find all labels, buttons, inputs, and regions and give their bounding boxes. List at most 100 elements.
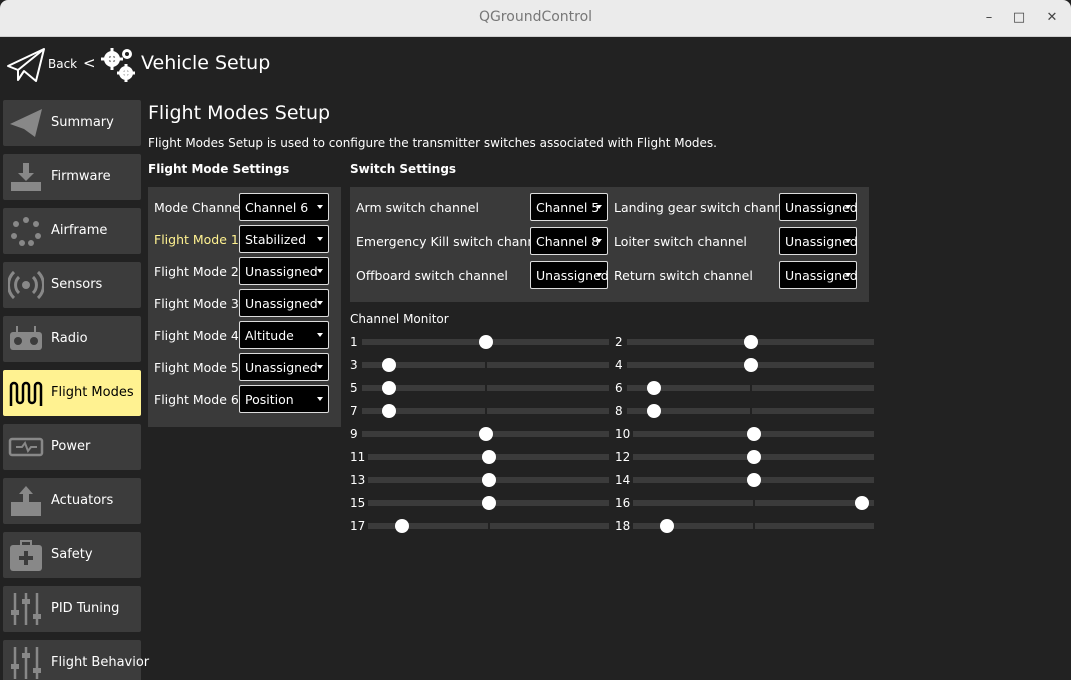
sidebar-item-label: Radio xyxy=(51,331,88,346)
channel-center-mark xyxy=(752,522,755,530)
sliders-icon xyxy=(11,593,41,625)
sidebar-item-pid-tuning[interactable]: PID Tuning xyxy=(3,586,141,632)
sidebar-item-label: Summary xyxy=(51,115,114,130)
sidebar-item-power[interactable]: Power xyxy=(3,424,141,470)
offboard-switch-label: Offboard switch channel xyxy=(356,268,508,283)
sidebar: Summary Firmware Airframe Sensors Radio … xyxy=(0,96,149,680)
channel-indicator xyxy=(854,496,869,510)
channel-number: 3 xyxy=(350,358,358,372)
flight-mode-2-select[interactable]: Unassigned xyxy=(239,257,329,285)
channel-number: 12 xyxy=(615,450,631,464)
arm-switch-label: Arm switch channel xyxy=(356,200,479,215)
flight-mode-6-select[interactable]: Position xyxy=(239,385,329,413)
loiter-switch-label: Loiter switch channel xyxy=(614,234,747,249)
maximize-icon[interactable]: □ xyxy=(1010,9,1028,27)
channel-number: 5 xyxy=(350,381,358,395)
channel-center-mark xyxy=(487,522,490,530)
chevron-down-icon xyxy=(845,205,851,209)
waveform-icon xyxy=(9,381,43,406)
channel-number: 13 xyxy=(350,473,366,487)
channel-center-mark xyxy=(484,407,487,415)
flight-mode-4-label: Flight Mode 4 xyxy=(154,328,239,343)
channel-indicator xyxy=(746,427,761,441)
sidebar-item-label: Firmware xyxy=(51,169,111,184)
sidebar-item-firmware[interactable]: Firmware xyxy=(3,154,141,200)
channel-indicator xyxy=(382,358,397,372)
channel-indicator xyxy=(481,496,496,510)
actuator-icon xyxy=(11,486,41,516)
first-aid-icon xyxy=(10,540,42,571)
switch-settings-heading: Switch Settings xyxy=(350,162,457,176)
flight-mode-6-label: Flight Mode 6 xyxy=(154,392,239,407)
channel-indicator xyxy=(746,450,761,464)
sidebar-item-sensors[interactable]: Sensors xyxy=(3,262,141,308)
offboard-switch-select[interactable]: Unassigned xyxy=(530,261,609,289)
channel-indicator xyxy=(481,450,496,464)
chevron-down-icon xyxy=(845,239,851,243)
channel-indicator xyxy=(659,519,674,533)
flight-mode-5-select[interactable]: Unassigned xyxy=(239,353,329,381)
chevron-down-icon xyxy=(317,269,323,273)
sidebar-item-radio[interactable]: Radio xyxy=(3,316,141,362)
channel-center-mark xyxy=(484,384,487,392)
download-icon xyxy=(11,163,41,191)
back-button[interactable]: Back xyxy=(48,57,77,71)
gear-icon xyxy=(101,48,135,82)
window-titlebar: QGroundControl – □ ✕ xyxy=(0,0,1071,37)
sidebar-item-label: PID Tuning xyxy=(51,601,120,616)
sidebar-item-airframe[interactable]: Airframe xyxy=(3,208,141,254)
channel-number: 16 xyxy=(615,496,631,510)
sidebar-item-label: Actuators xyxy=(51,493,114,508)
page-title: Vehicle Setup xyxy=(141,52,271,74)
chevron-down-icon xyxy=(596,205,602,209)
flight-mode-settings-heading: Flight Mode Settings xyxy=(148,162,290,176)
landing-gear-switch-select[interactable]: Unassigned xyxy=(779,193,858,221)
loiter-switch-select[interactable]: Unassigned xyxy=(779,227,858,255)
paper-plane-icon[interactable] xyxy=(6,46,46,84)
channel-indicator xyxy=(478,427,493,441)
arm-switch-select[interactable]: Channel 5 xyxy=(530,193,608,221)
sidebar-item-flight-modes[interactable]: Flight Modes xyxy=(3,370,141,416)
return-switch-select[interactable]: Unassigned xyxy=(779,261,858,289)
section-title: Flight Modes Setup xyxy=(148,102,331,124)
flight-mode-3-select[interactable]: Unassigned xyxy=(239,289,329,317)
channel-number: 11 xyxy=(350,450,366,464)
emergency-kill-switch-select[interactable]: Channel 8 xyxy=(530,227,608,255)
mode-channel-select[interactable]: Channel 6 xyxy=(239,193,329,221)
battery-icon xyxy=(8,437,44,457)
flight-mode-2-label: Flight Mode 2 xyxy=(154,264,239,279)
channel-number: 7 xyxy=(350,404,358,418)
channel-indicator xyxy=(743,358,758,372)
toolbar: Back < Vehicle Setup xyxy=(0,38,1071,95)
mode-channel-label: Mode Channel xyxy=(154,200,244,215)
channel-indicator xyxy=(743,335,758,349)
sensors-icon xyxy=(8,270,44,300)
sidebar-item-label: Safety xyxy=(51,547,93,562)
sidebar-item-label: Airframe xyxy=(51,223,108,238)
channel-number: 4 xyxy=(615,358,623,372)
sidebar-item-actuators[interactable]: Actuators xyxy=(3,478,141,524)
chevron-down-icon xyxy=(317,397,323,401)
flight-mode-1-select[interactable]: Stabilized xyxy=(239,225,329,253)
channel-indicator xyxy=(481,473,496,487)
channel-indicator xyxy=(382,381,397,395)
channel-number: 18 xyxy=(615,519,631,533)
channel-monitor-heading: Channel Monitor xyxy=(350,312,449,326)
channel-number: 17 xyxy=(350,519,366,533)
sidebar-item-safety[interactable]: Safety xyxy=(3,532,141,578)
sidebar-item-summary[interactable]: Summary xyxy=(3,100,141,146)
channel-number: 8 xyxy=(615,404,623,418)
flight-mode-4-select[interactable]: Altitude xyxy=(239,321,329,349)
switch-settings-panel: Arm switch channel Channel 5 Emergency K… xyxy=(350,187,869,302)
chevron-down-icon xyxy=(596,239,602,243)
channel-center-mark xyxy=(749,407,752,415)
sidebar-item-flight-behavior[interactable]: Flight Behavior xyxy=(3,640,149,680)
chevron-down-icon xyxy=(317,365,323,369)
minimize-icon[interactable]: – xyxy=(980,9,998,27)
close-icon[interactable]: ✕ xyxy=(1043,9,1061,27)
channel-number: 10 xyxy=(615,427,631,441)
section-description: Flight Modes Setup is used to configure … xyxy=(148,136,717,150)
chevron-down-icon xyxy=(596,273,602,277)
channel-indicator xyxy=(647,404,662,418)
channel-indicator xyxy=(478,335,493,349)
